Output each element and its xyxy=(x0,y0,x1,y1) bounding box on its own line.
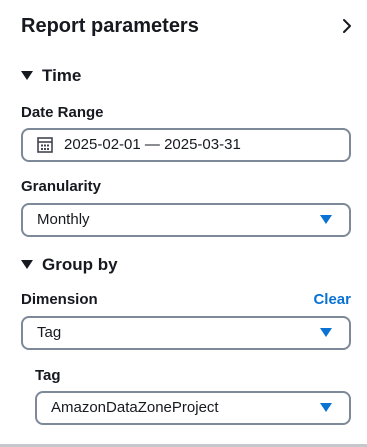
time-section-title: Time xyxy=(42,66,82,85)
granularity-value: Monthly xyxy=(37,211,90,228)
date-range-value: 2025-02-01 — 2025-03-31 xyxy=(64,136,241,153)
caret-down-icon xyxy=(21,71,33,80)
caret-down-icon xyxy=(320,403,332,412)
date-range-label: Date Range xyxy=(21,104,104,121)
date-range-picker[interactable]: 2025-02-01 — 2025-03-31 xyxy=(21,128,351,162)
chevron-right-icon[interactable] xyxy=(339,18,355,34)
group-by-section-toggle[interactable]: Group by xyxy=(21,253,118,277)
tag-label: Tag xyxy=(35,367,61,384)
panel-title: Report parameters xyxy=(21,15,199,37)
panel-header: Report parameters xyxy=(21,12,355,40)
granularity-label: Granularity xyxy=(21,178,102,195)
caret-down-icon xyxy=(320,328,332,337)
report-parameters-panel: Report parameters Time Date Range 2025-0… xyxy=(0,0,367,447)
time-section-toggle[interactable]: Time xyxy=(21,64,81,88)
granularity-select[interactable]: Monthly xyxy=(21,203,351,237)
clear-link[interactable]: Clear xyxy=(313,290,351,310)
caret-down-icon xyxy=(21,260,33,269)
dimension-value: Tag xyxy=(37,324,62,341)
dimension-select[interactable]: Tag xyxy=(21,316,351,350)
tag-value: AmazonDataZoneProject xyxy=(51,399,219,416)
calendar-icon xyxy=(37,137,53,153)
dimension-label: Dimension xyxy=(21,291,98,308)
caret-down-icon xyxy=(320,215,332,224)
tag-select[interactable]: AmazonDataZoneProject xyxy=(35,391,351,425)
group-by-section-title: Group by xyxy=(42,255,118,274)
